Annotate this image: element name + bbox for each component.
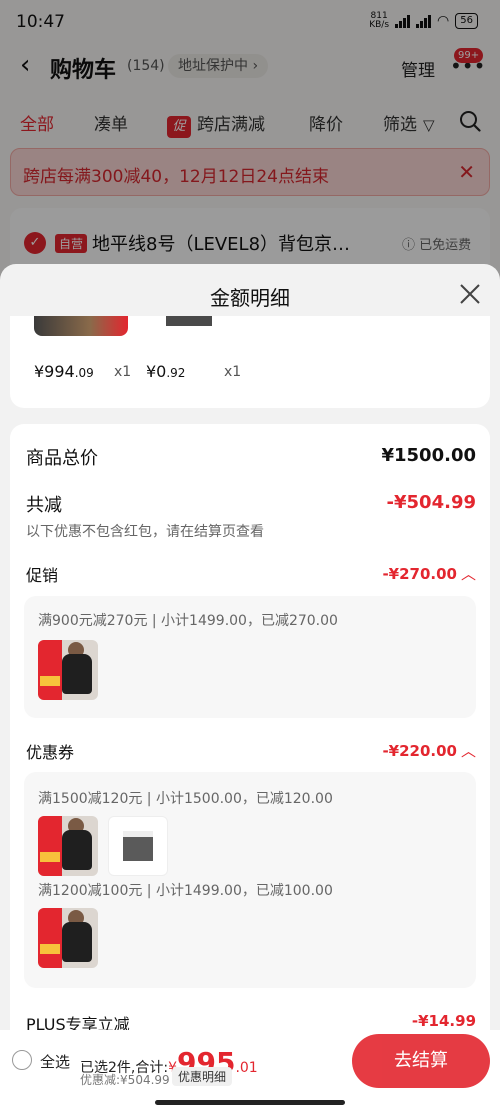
select-all-checkbox[interactable] [12, 1050, 32, 1070]
select-all-label[interactable]: 全选 [40, 1051, 70, 1072]
discount-value: -¥504.99 [386, 492, 476, 513]
amount-breakdown-card: 商品总价 ¥1500.00 共减 -¥504.99 以下优惠不包含红包，请在结算… [10, 424, 490, 1111]
product-thumbnail [38, 640, 98, 700]
coupon-label: 优惠券 [26, 743, 75, 762]
product-thumbnail [166, 316, 212, 326]
total-label: 商品总价 [26, 448, 98, 469]
discount-detail-button[interactable]: 优惠明细 [172, 1067, 233, 1086]
item-price: ¥0.92 [146, 362, 186, 381]
coupon-detail-box: 满1500减120元 | 小计1500.00，已减120.00 满1200减10… [24, 772, 476, 988]
gift-thumbnail [108, 816, 168, 876]
promotion-toggle[interactable]: -¥270.00 ︿ [382, 563, 476, 584]
selected-items-card: ¥994.09 x1 ¥0.92 x1 [10, 316, 490, 408]
chevron-up-icon: ︿ [460, 565, 476, 583]
discount-label: 共减 [26, 495, 62, 516]
promotion-rule: 满900元减270元 | 小计1499.00，已减270.00 [38, 613, 338, 629]
sheet-title: 金额明细 [210, 286, 290, 310]
checkout-bar: 全选 已选2件,合计:¥995.01 优惠减:¥504.99 优惠明细 去结算 [0, 1030, 500, 1111]
saved-amount: 优惠减:¥504.99 [80, 1073, 170, 1087]
product-thumbnail [38, 816, 98, 876]
amount-detail-sheet: 金额明细 ¥994.09 x1 ¥0.92 x1 商品总价 ¥1500.00 共… [0, 264, 500, 1111]
plus-discount-value: -¥14.99 [411, 1012, 476, 1030]
product-thumbnail [38, 908, 98, 968]
promotion-detail-box: 满900元减270元 | 小计1499.00，已减270.00 [24, 596, 476, 718]
item-quantity: x1 [114, 364, 132, 380]
coupon-rule: 满1500减120元 | 小计1500.00，已减120.00 [38, 791, 333, 807]
checkout-button[interactable]: 去结算 [352, 1034, 490, 1088]
total-value: ¥1500.00 [381, 445, 476, 466]
coupon-toggle[interactable]: -¥220.00 ︿ [382, 740, 476, 761]
item-quantity: x1 [224, 364, 242, 380]
home-indicator[interactable] [155, 1100, 345, 1105]
promotion-label: 促销 [26, 566, 59, 585]
chevron-up-icon: ︿ [460, 742, 476, 760]
overlay-dim[interactable] [0, 0, 500, 300]
close-icon[interactable] [458, 282, 482, 306]
item-price: ¥994.09 [34, 362, 94, 381]
coupon-rule: 满1200减100元 | 小计1499.00，已减100.00 [38, 883, 333, 899]
discount-hint: 以下优惠不包含红包，请在结算页查看 [26, 524, 264, 540]
product-thumbnail [34, 316, 128, 336]
